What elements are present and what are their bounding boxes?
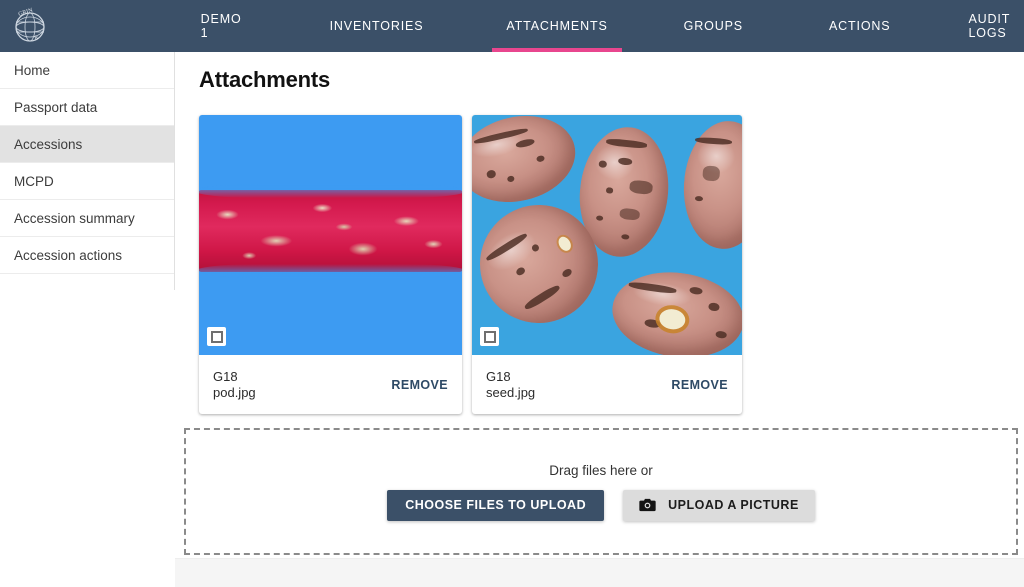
sidebar-item-label: Accessions [14,136,83,152]
camera-icon [639,498,656,512]
attachment-select-checkbox[interactable] [480,327,499,346]
sidebar-item-accessions[interactable]: Accessions [0,126,174,163]
sidebar-item-label: Home [14,62,51,78]
tab-label: ACTIONS [828,19,891,33]
sidebar-item-label: Accession actions [14,247,123,263]
attachment-select-checkbox[interactable] [207,327,226,346]
brand-logo-area[interactable]: GRIN R [0,0,159,52]
main-content: Attachments G18 pod.jpg REMOVE G18 seed.… [175,52,1024,587]
bean-hilum [657,307,687,331]
sidebar-empty-space [0,290,175,587]
tab-actions[interactable]: ACTIONS [815,0,905,52]
attachment-card-footer: G18 pod.jpg REMOVE [199,355,462,414]
checkbox-unchecked-icon [483,330,496,343]
page-footer [175,558,1024,587]
attachment-accession: G18 [486,368,511,384]
sidebar-item-label: MCPD [14,173,54,189]
upload-a-picture-label: UPLOAD A PICTURE [668,498,799,512]
sidebar-item-label: Accession summary [14,210,135,226]
attachment-filename: pod.jpg [213,384,256,400]
attachment-card-list: G18 pod.jpg REMOVE G18 seed.jpg REMOVE [199,115,742,414]
remove-attachment-button[interactable]: REMOVE [391,378,448,392]
tab-demo-1[interactable]: DEMO 1 [187,0,256,52]
upload-a-picture-button[interactable]: UPLOAD A PICTURE [623,489,815,521]
tab-label: INVENTORIES [329,19,424,33]
sidebar-item-label: Passport data [14,99,98,115]
attachment-card[interactable]: G18 pod.jpg REMOVE [199,115,462,414]
nav-tab-list: DEMO 1 INVENTORIES ATTACHMENTS GROUPS AC… [159,0,1024,52]
grin-globe-logo-icon: GRIN R [15,7,45,42]
bean-seed-image [606,264,742,355]
svg-text:GRIN: GRIN [18,7,34,17]
sidebar-item-accession-summary[interactable]: Accession summary [0,200,174,237]
page-title: Attachments [199,67,331,92]
tab-label: AUDIT LOGS [968,12,1010,40]
checkbox-unchecked-icon [210,330,223,343]
dropzone-instruction: Drag files here or [549,462,653,478]
attachment-card-footer: G18 seed.jpg REMOVE [472,355,742,414]
sidebar-item-home[interactable]: Home [0,52,174,89]
tab-audit-logs[interactable]: AUDIT LOGS [954,0,1024,52]
file-dropzone[interactable]: Drag files here or CHOOSE FILES TO UPLOA… [184,428,1018,555]
attachment-file-info: G18 seed.jpg [486,369,535,401]
sidebar-item-passport-data[interactable]: Passport data [0,89,174,126]
top-navigation-bar: GRIN R DEMO 1 INVENTORIES ATTACHMENTS GR… [0,0,1024,52]
bean-pod-image [199,184,462,278]
bean-hilum [556,234,574,254]
bean-seed-image [679,118,742,252]
sidebar-item-mcpd[interactable]: MCPD [0,163,174,200]
attachment-file-info: G18 pod.jpg [213,369,256,401]
tab-label: DEMO 1 [200,12,242,40]
dropzone-button-row: CHOOSE FILES TO UPLOAD UPLOAD A PICTURE [387,489,815,521]
tab-groups[interactable]: GROUPS [670,0,757,52]
attachment-thumbnail-pod[interactable] [199,115,462,355]
tab-label: ATTACHMENTS [506,19,608,33]
remove-attachment-button[interactable]: REMOVE [671,378,728,392]
attachment-filename: seed.jpg [486,384,536,400]
tab-inventories[interactable]: INVENTORIES [316,0,438,52]
attachment-thumbnail-seed[interactable] [472,115,742,355]
sidebar-item-accession-actions[interactable]: Accession actions [0,237,174,274]
choose-files-to-upload-button[interactable]: CHOOSE FILES TO UPLOAD [387,489,605,521]
attachment-accession: G18 [213,368,238,384]
tab-label: GROUPS [683,19,743,33]
tab-attachments[interactable]: ATTACHMENTS [492,0,622,52]
bean-seed-image [472,115,584,214]
attachment-card[interactable]: G18 seed.jpg REMOVE [472,115,742,414]
svg-text:R: R [34,35,40,42]
